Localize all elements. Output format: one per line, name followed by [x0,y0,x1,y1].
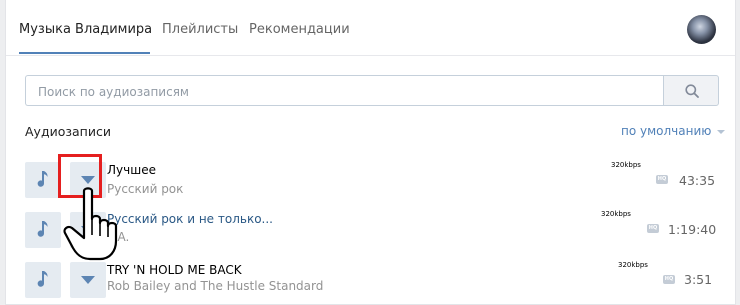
bitrate-label: 320kbps [611,161,641,169]
music-note-icon [37,221,48,237]
chevron-down-icon [717,129,726,134]
section-title: Аудиозаписи [25,124,111,139]
tab-bar: Музыка Владимира Плейлисты Рекомендации [6,0,735,56]
tab-recommendations[interactable]: Рекомендации [249,22,350,37]
tab-my-music[interactable]: Музыка Владимира [19,22,152,37]
active-tab-indicator [19,52,150,54]
track-title[interactable]: TRY 'N HOLD ME BACK [107,263,242,277]
track-artist[interactable]: Rob Bailey and The Hustle Standard [107,279,323,293]
track-duration: 1:19:40 [668,222,717,237]
music-note-icon [37,171,48,187]
sort-label: по умолчанию [621,124,712,138]
sort-dropdown[interactable]: по умолчанию [621,124,726,138]
hq-badge: HQ [647,224,659,233]
bitrate-label: 320kbps [618,261,648,269]
chevron-down-icon [81,276,95,284]
hq-badge: HQ [663,275,675,284]
hq-badge: HQ [656,175,668,184]
tab-playlists[interactable]: Плейлисты [162,22,238,37]
search-icon [685,84,699,98]
search-field [25,75,663,107]
track-title[interactable]: Лучшее [107,163,156,177]
avatar[interactable] [687,15,716,44]
track-duration: 3:51 [684,272,713,287]
search-button[interactable] [663,75,719,106]
track-duration: 43:35 [679,173,716,188]
bitrate-label: 320kbps [601,210,631,218]
search-input[interactable] [36,76,650,107]
play-button[interactable] [25,162,61,198]
music-note-icon [37,271,48,287]
expand-button[interactable] [70,262,106,298]
hand-pointer-icon [63,187,118,261]
play-button[interactable] [25,262,61,298]
play-button[interactable] [25,212,61,248]
